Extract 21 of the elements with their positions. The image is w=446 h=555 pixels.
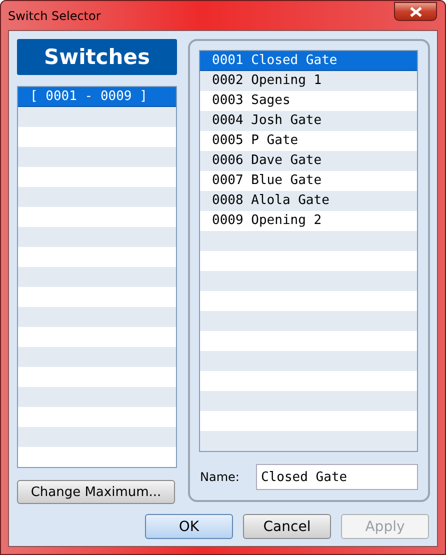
list-item[interactable]: 0008 Alola Gate bbox=[200, 191, 417, 211]
list-item[interactable]: 0002 Opening 1 bbox=[200, 71, 417, 91]
name-field[interactable]: Closed Gate bbox=[256, 464, 418, 490]
list-item[interactable]: 0004 Josh Gate bbox=[200, 111, 417, 131]
list-item[interactable]: 0006 Dave Gate bbox=[200, 151, 417, 171]
switches-header: Switches bbox=[17, 39, 177, 75]
list-item[interactable]: 0003 Sages bbox=[200, 91, 417, 111]
name-label: Name: bbox=[200, 470, 240, 484]
dialog-button[interactable]: Cancel bbox=[243, 514, 331, 539]
change-maximum-button[interactable]: Change Maximum... bbox=[17, 480, 175, 504]
dialog-button[interactable]: OK bbox=[145, 514, 233, 539]
list-item[interactable]: 0005 P Gate bbox=[200, 131, 417, 151]
list-item[interactable]: [ 0001 - 0009 ] bbox=[18, 87, 176, 107]
list-item[interactable]: 0001 Closed Gate bbox=[200, 51, 417, 71]
group-list[interactable]: [ 0001 - 0009 ] bbox=[17, 86, 177, 468]
close-icon bbox=[410, 6, 422, 16]
list-item[interactable]: 0009 Opening 2 bbox=[200, 211, 417, 231]
close-button[interactable] bbox=[394, 2, 437, 21]
list-item[interactable]: 0007 Blue Gate bbox=[200, 171, 417, 191]
window-title: Switch Selector bbox=[8, 8, 101, 22]
switch-list[interactable]: 0001 Closed Gate 0002 Opening 1 0003 Sages 0004 Josh Gate 0005 P Gate 0006 Dave Gate 0007 Blue Gate 0008 Alola Gate 0009 Opening 2 bbox=[199, 50, 418, 452]
